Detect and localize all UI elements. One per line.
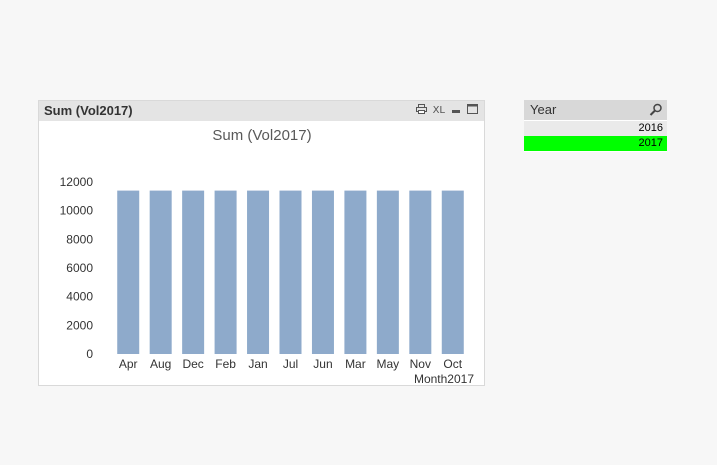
x-tick-label: Apr (119, 357, 138, 371)
x-tick-label: Mar (345, 357, 366, 371)
listbox-item-2016[interactable]: 2016 (524, 121, 667, 136)
x-tick-label: Jun (313, 357, 332, 371)
search-icon[interactable] (649, 103, 663, 117)
bar-feb[interactable] (214, 190, 237, 354)
x-tick-label: Dec (182, 357, 203, 371)
chart-caption-title: Sum (Vol2017) (44, 103, 133, 118)
caption-icons: XL (415, 103, 478, 119)
bar-jun[interactable] (311, 190, 334, 354)
excel-icon[interactable]: XL (433, 104, 445, 118)
x-tick-label: Nov (410, 357, 431, 371)
minimize-icon[interactable] (451, 104, 461, 119)
x-tick-label: Aug (150, 357, 171, 371)
listbox-caption[interactable]: Year (524, 100, 667, 120)
chart-caption-bar[interactable]: Sum (Vol2017) XL (39, 101, 484, 121)
y-tick-label: 12000 (60, 175, 94, 189)
y-axis: 0 2000 4000 6000 8000 10000 12000 (60, 175, 94, 361)
x-tick-label: Oct (443, 357, 462, 371)
listbox-title: Year (530, 102, 557, 117)
bar-aug[interactable] (149, 190, 172, 354)
bar-chart: Sum (Vol2017) 0 2000 4000 6000 8000 10000 1200… (60, 127, 475, 386)
bar-oct[interactable] (441, 190, 464, 354)
y-tick-label: 8000 (66, 232, 93, 246)
chart-object[interactable]: Sum (Vol2017) XL Sum (Vol2017) 0 2000 4000… (38, 100, 485, 386)
bar-jan[interactable] (247, 190, 270, 354)
x-tick-label: Jul (283, 357, 298, 371)
maximize-icon[interactable] (467, 103, 478, 119)
bar-may[interactable] (376, 190, 399, 354)
x-tick-label: May (377, 357, 400, 371)
year-listbox[interactable]: Year 2016 2017 (524, 100, 667, 152)
bar-mar[interactable] (344, 190, 367, 354)
listbox-item-2017[interactable]: 2017 (524, 136, 667, 151)
y-tick-label: 2000 (66, 318, 93, 332)
bar-apr[interactable] (117, 190, 140, 354)
bar-jul[interactable] (279, 190, 302, 354)
x-tick-label: Jan (248, 357, 267, 371)
bar-dec[interactable] (182, 190, 205, 354)
x-tick-label: Feb (215, 357, 236, 371)
bars (117, 190, 464, 354)
bar-nov[interactable] (409, 190, 432, 354)
y-tick-label: 6000 (66, 261, 93, 275)
x-axis-label: Month2017 (414, 372, 474, 386)
x-axis: Apr Aug Dec Feb Jan Jul Jun Mar May Nov Oct (119, 357, 463, 371)
chart-title: Sum (Vol2017) (212, 127, 311, 144)
y-tick-label: 0 (86, 347, 93, 361)
print-icon[interactable] (415, 103, 427, 119)
y-tick-label: 10000 (60, 204, 94, 218)
y-tick-label: 4000 (66, 290, 93, 304)
